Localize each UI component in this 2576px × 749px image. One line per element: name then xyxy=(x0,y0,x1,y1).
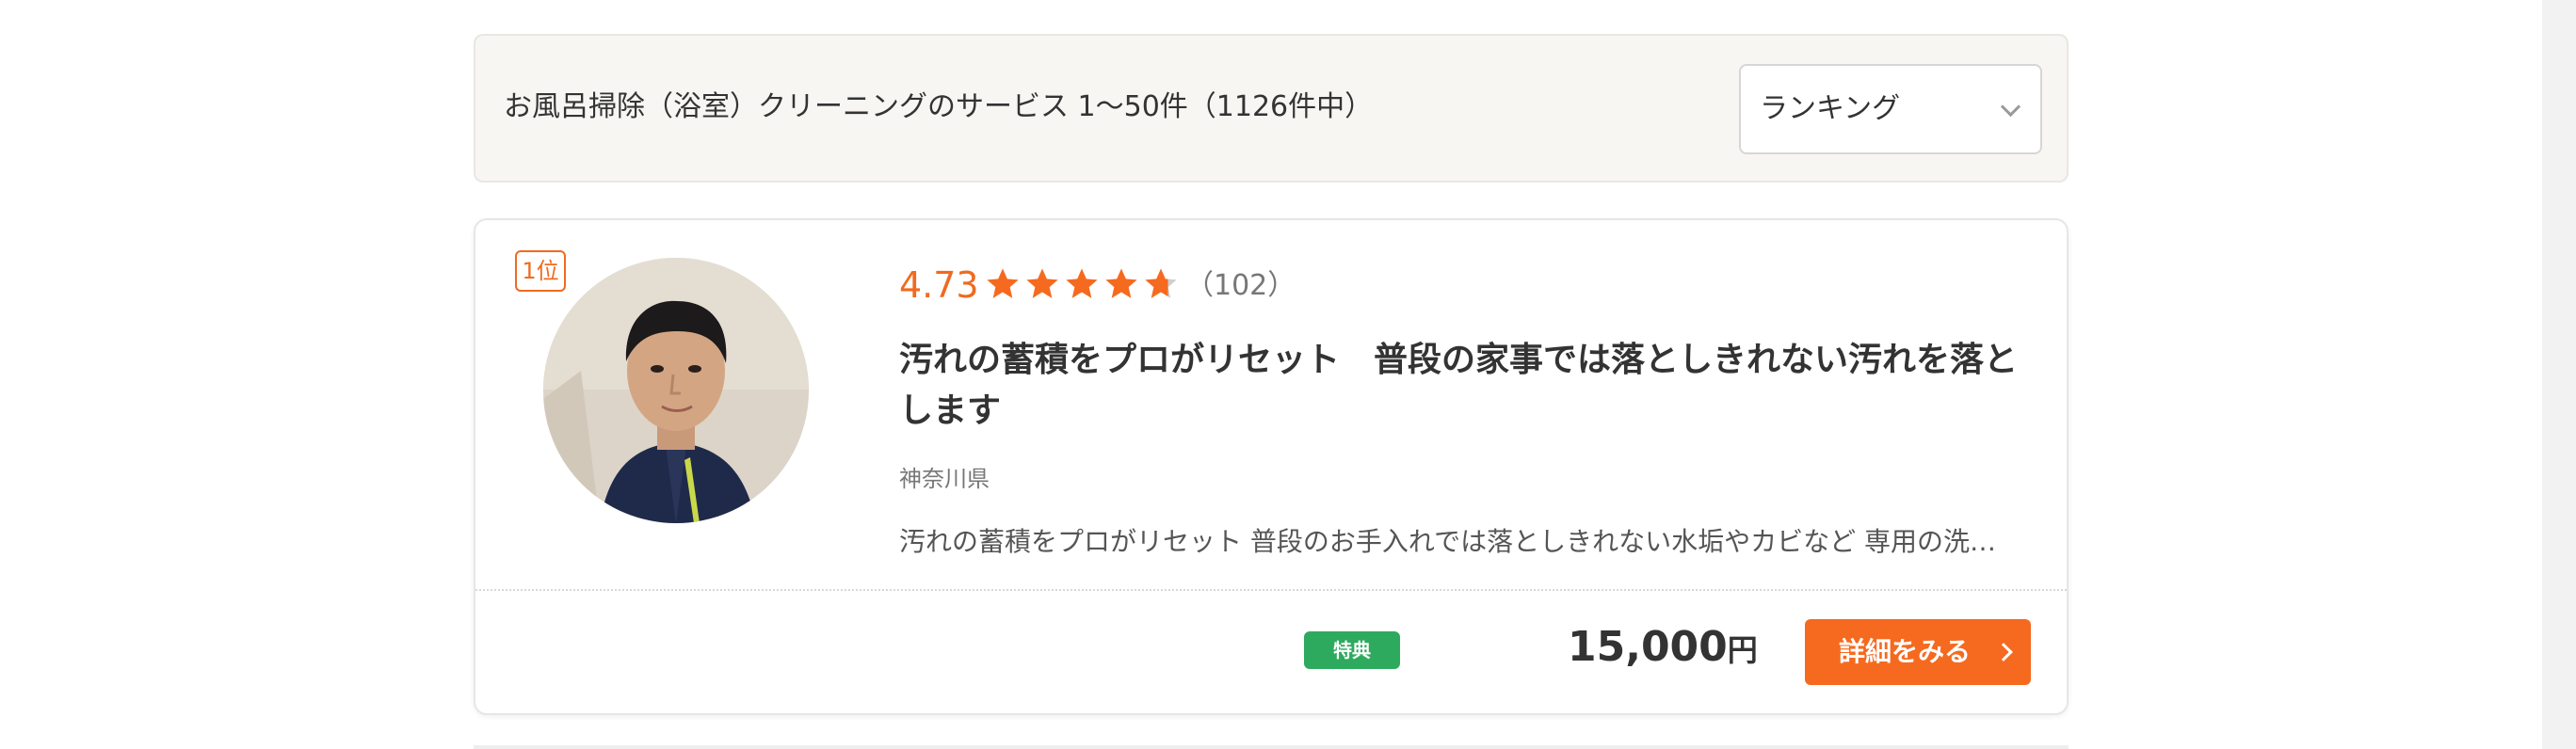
price-unit: 円 xyxy=(1727,632,1758,668)
view-details-label: 詳細をみる xyxy=(1839,636,1972,667)
page-scroll-rail xyxy=(2542,0,2576,749)
star-icon xyxy=(1145,268,1177,298)
perk-badge: 特典 xyxy=(1304,631,1400,669)
rating-value: 4.73 xyxy=(899,264,979,306)
service-description: 汚れの蓄積をプロがリセット 普段のお手入れでは落としきれない水垢やカビなど 専用… xyxy=(899,526,1996,557)
results-summary: お風呂掃除（浴室）クリーニングのサービス 1〜50件（1126件中） xyxy=(504,90,1374,123)
chevron-right-icon xyxy=(1994,643,2013,661)
service-title[interactable]: 汚れの蓄積をプロがリセット 普段の家事では落としきれない汚れを落とします xyxy=(899,335,2038,437)
provider-location: 神奈川県 xyxy=(899,466,990,492)
star-icon xyxy=(1066,268,1098,298)
star-icon xyxy=(987,268,1019,298)
next-card-edge xyxy=(474,745,2069,749)
sort-selected-label: ランキング xyxy=(1760,92,1901,125)
results-header: お風呂掃除（浴室）クリーニングのサービス 1〜50件（1126件中） ランキング xyxy=(474,34,2069,183)
view-details-button[interactable]: 詳細をみる xyxy=(1805,619,2031,685)
chevron-down-icon xyxy=(2000,96,2021,118)
rank-badge: 1位 xyxy=(515,250,566,292)
provider-avatar xyxy=(543,258,809,523)
star-icon xyxy=(1026,268,1058,298)
price-value: 15,000 xyxy=(1568,623,1728,671)
sort-select[interactable]: ランキング xyxy=(1739,64,2042,154)
price: 15,000円 xyxy=(1568,621,1758,677)
rating-stars xyxy=(984,265,1180,307)
service-card[interactable]: 1位 4.73 （102） 汚れの蓄積をプロがリセット 普段の家事では落としきれ… xyxy=(474,218,2069,715)
star-icon xyxy=(1105,268,1137,298)
review-count[interactable]: （102） xyxy=(1185,267,1296,305)
card-divider xyxy=(475,589,2067,591)
